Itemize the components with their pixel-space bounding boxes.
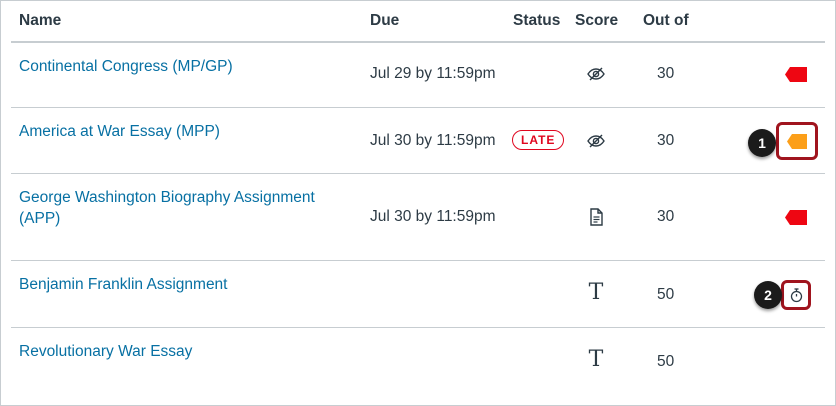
assignment-name-link[interactable]: America at War Essay (MPP) <box>19 121 339 142</box>
red-tag-icon <box>785 67 807 87</box>
points-possible: 30 <box>657 132 675 149</box>
column-header-score[interactable]: Score <box>575 12 618 30</box>
due-date: Jul 29 by 11:59pm <box>370 65 496 82</box>
table-row: Continental Congress (MP/GP) Jul 29 by 1… <box>11 43 825 108</box>
text-entry-icon: T <box>588 347 604 372</box>
points-possible: 30 <box>657 208 675 225</box>
table-row: George Washington Biography Assignment (… <box>11 174 825 261</box>
callout-number-badge: 2 <box>754 281 782 309</box>
assignment-name-link[interactable]: Revolutionary War Essay <box>19 341 339 362</box>
document-icon <box>585 206 607 228</box>
assignment-name-link[interactable]: Continental Congress (MP/GP) <box>19 56 339 77</box>
orange-tag-icon <box>787 134 807 154</box>
table-row: America at War Essay (MPP) Jul 30 by 11:… <box>11 108 825 174</box>
assignment-name-link[interactable]: Benjamin Franklin Assignment <box>19 274 339 295</box>
points-possible: 50 <box>657 353 675 370</box>
column-header-due[interactable]: Due <box>370 12 399 30</box>
callout-highlight <box>776 122 818 160</box>
column-header-status[interactable]: Status <box>513 12 560 30</box>
table-header: Name Due Status Score Out of <box>11 1 825 43</box>
callout-highlight <box>781 280 811 310</box>
eye-off-icon <box>585 63 607 85</box>
table-row: Revolutionary War Essay T 50 <box>11 328 825 394</box>
assignment-name-link[interactable]: George Washington Biography Assignment (… <box>19 187 339 229</box>
eye-off-icon <box>585 130 607 152</box>
points-possible: 30 <box>657 65 675 82</box>
due-date: Jul 30 by 11:59pm <box>370 132 496 149</box>
column-header-name[interactable]: Name <box>19 12 61 30</box>
column-header-out-of[interactable]: Out of <box>643 12 689 30</box>
stopwatch-icon <box>789 287 804 308</box>
assignments-table: Name Due Status Score Out of Continental… <box>0 0 836 406</box>
table-row: Benjamin Franklin Assignment T 50 2 <box>11 261 825 328</box>
red-tag-icon <box>785 210 807 230</box>
points-possible: 50 <box>657 286 675 303</box>
due-date: Jul 30 by 11:59pm <box>370 208 496 225</box>
callout-number-badge: 1 <box>748 129 776 157</box>
text-entry-icon: T <box>588 280 604 305</box>
late-status-badge: LATE <box>512 130 565 150</box>
